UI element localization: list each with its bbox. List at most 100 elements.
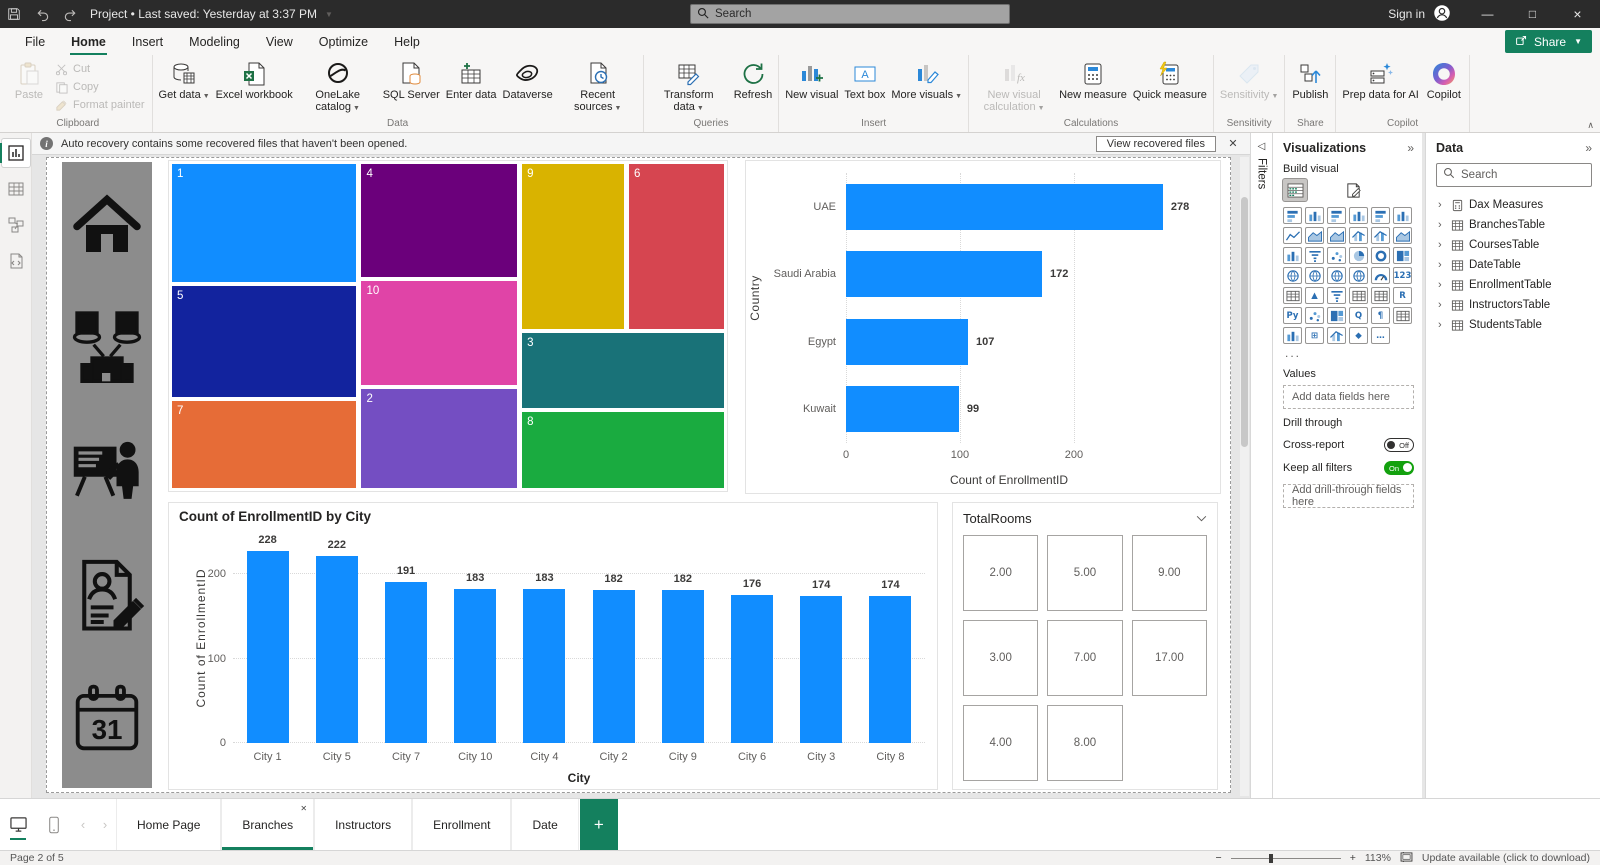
format-visual-tool[interactable] [1341, 179, 1365, 201]
page-tab-instructors[interactable]: Instructors [314, 799, 413, 850]
visual-type-shape-map-icon[interactable] [1327, 267, 1346, 284]
slicer-option-4.00[interactable]: 4.00 [963, 705, 1039, 781]
treemap-tile-6[interactable]: 6 [628, 163, 725, 330]
visual-type-decomposition-tree-icon[interactable] [1327, 307, 1346, 324]
visual-type-waterfall-chart-icon[interactable] [1283, 247, 1302, 264]
report-page[interactable]: 31 1 5 7 4 10 2 9 6 3 8 Country 0 100 200 278 UAE 172 S… [46, 157, 1231, 793]
bar-city-7[interactable] [385, 582, 427, 743]
visual-type-filled-map-icon[interactable] [1305, 267, 1324, 284]
menu-modeling[interactable]: Modeling [176, 31, 253, 53]
treemap-tile-5[interactable]: 5 [171, 284, 358, 399]
visual-type-arcgis-map-icon[interactable]: ◆ [1349, 327, 1368, 344]
visual-type-ribbon-chart-icon[interactable] [1393, 227, 1412, 244]
ribbon-enter-data-button[interactable]: Enter data [443, 57, 500, 102]
visual-type-smart-narrative-icon[interactable]: ¶ [1371, 307, 1390, 324]
data-table-dax-measures[interactable]: › Dax Measures [1436, 195, 1592, 215]
expand-chevron-icon[interactable]: › [1438, 259, 1446, 271]
slicer-option-3.00[interactable]: 3.00 [963, 620, 1039, 696]
slicer-option-17.00[interactable]: 17.00 [1131, 620, 1207, 696]
sign-in-button[interactable]: Sign in [1374, 4, 1465, 25]
visual-type-power-automate-icon[interactable] [1327, 327, 1346, 344]
visual-type-pie-chart-icon[interactable] [1349, 247, 1368, 264]
ribbon-dataverse-button[interactable]: Dataverse [500, 57, 556, 102]
global-search-box[interactable] [690, 4, 1010, 24]
visual-type-python-visual-icon[interactable]: Py [1283, 307, 1302, 324]
page-nav-branches-icon[interactable] [65, 308, 149, 393]
expand-chevron-icon[interactable]: › [1438, 239, 1446, 251]
bar-saudi-arabia[interactable] [846, 251, 1043, 298]
visual-type-area-chart-icon[interactable] [1305, 227, 1324, 244]
city-column-chart-visual[interactable]: Count of EnrollmentID by City Count of E… [168, 502, 938, 790]
ribbon-get-data-button[interactable]: Get data ▼ [156, 57, 213, 104]
bar-city-2[interactable] [592, 589, 635, 743]
maximize-button[interactable]: □ [1510, 0, 1555, 28]
visual-type-get-more-visuals-icon[interactable]: … [1371, 327, 1390, 344]
report-view-button[interactable] [0, 139, 30, 167]
bar-kuwait[interactable] [846, 386, 959, 433]
slicer-option-7.00[interactable]: 7.00 [1047, 620, 1123, 696]
visual-type-kpi-icon[interactable]: ▲ [1305, 287, 1324, 304]
close-tab-icon[interactable]: ✕ [300, 804, 307, 813]
mobile-layout-button[interactable] [36, 799, 72, 850]
undo-icon[interactable] [28, 0, 56, 28]
ribbon-onelake-catalog-button[interactable]: OneLake catalog ▼ [296, 57, 380, 116]
treemap-tile-4[interactable]: 4 [360, 163, 518, 278]
slicer-option-2.00[interactable]: 2.00 [963, 535, 1039, 611]
visual-type-power-apps-icon[interactable]: ⊞ [1305, 327, 1324, 344]
visual-type-line-chart-icon[interactable] [1283, 227, 1302, 244]
visual-type-qa-visual-icon[interactable]: Q [1349, 307, 1368, 324]
slicer-option-8.00[interactable]: 8.00 [1047, 705, 1123, 781]
visual-type-100-stacked-bar-chart-icon[interactable] [1371, 207, 1390, 224]
fit-to-page-icon[interactable] [1400, 851, 1413, 865]
close-button[interactable]: × [1555, 0, 1600, 28]
total-rooms-slicer[interactable]: TotalRooms 2.00 5.00 9.00 3.00 7.00 17.00 4.00… [952, 502, 1218, 790]
page-nav-enrollment-icon[interactable] [68, 557, 146, 640]
treemap-visual[interactable]: 1 5 7 4 10 2 9 6 3 8 [168, 160, 728, 492]
page-tab-enrollment[interactable]: Enrollment [412, 799, 512, 850]
bar-egypt[interactable] [846, 318, 968, 365]
update-message[interactable]: Update available (click to download) [1422, 852, 1590, 864]
data-search-box[interactable] [1436, 163, 1592, 187]
redo-icon[interactable] [56, 0, 84, 28]
data-table-branchestable[interactable]: › BranchesTable [1436, 215, 1592, 235]
ribbon-new-measure-button[interactable]: New measure [1056, 57, 1130, 102]
ribbon-text-box-button[interactable]: A Text box [841, 57, 888, 102]
treemap-tile-3[interactable]: 3 [521, 331, 725, 409]
visual-type-treemap-icon[interactable] [1393, 247, 1412, 264]
canvas-vertical-scrollbar[interactable] [1240, 157, 1249, 796]
visual-type-clustered-bar-chart-icon[interactable] [1327, 207, 1346, 224]
ribbon-recent-sources-button[interactable]: Recent sources ▼ [556, 57, 640, 116]
bar-city-9[interactable] [661, 589, 704, 743]
save-icon[interactable] [0, 0, 28, 28]
treemap-tile-2[interactable]: 2 [360, 388, 518, 489]
bar-city-4[interactable] [523, 588, 566, 743]
expand-chevron-icon[interactable]: › [1438, 199, 1446, 211]
visual-type-r-script-visual-icon[interactable]: R [1393, 287, 1412, 304]
page-tab-branches[interactable]: Branches ✕ [221, 799, 315, 850]
treemap-tile-7[interactable]: 7 [171, 400, 358, 489]
table-view-button[interactable] [2, 175, 30, 203]
treemap-tile-8[interactable]: 8 [521, 410, 725, 489]
collapse-data-icon[interactable]: » [1585, 141, 1592, 155]
menu-optimize[interactable]: Optimize [306, 31, 381, 53]
notification-close-icon[interactable]: ✕ [1224, 137, 1242, 150]
ribbon-transform-data-button[interactable]: Transform data ▼ [647, 57, 731, 116]
ribbon-more-visuals-button[interactable]: More visuals ▼ [888, 57, 965, 104]
data-table-studentstable[interactable]: › StudentsTable [1436, 315, 1592, 335]
page-nav-home-icon[interactable] [67, 189, 147, 266]
zoom-slider[interactable] [1230, 853, 1341, 863]
data-table-datetable[interactable]: › DateTable [1436, 255, 1592, 275]
new-page-button[interactable]: + [579, 799, 618, 850]
data-search-input[interactable] [1461, 169, 1585, 181]
prev-page-icon[interactable]: ‹ [72, 799, 94, 850]
visual-type-paginated-report-icon[interactable] [1393, 307, 1412, 324]
visual-type-line-and-clustered-column-chart-icon[interactable] [1371, 227, 1390, 244]
chevron-down-icon[interactable] [1196, 509, 1207, 527]
expand-chevron-icon[interactable]: › [1438, 219, 1446, 231]
visual-type-stacked-column-chart-icon[interactable] [1305, 207, 1324, 224]
treemap-tile-10[interactable]: 10 [360, 279, 518, 387]
build-visual-tool[interactable] [1283, 179, 1307, 201]
ribbon-copilot-button[interactable]: Copilot [1422, 57, 1466, 102]
visual-type-donut-chart-icon[interactable] [1371, 247, 1390, 264]
dax-query-view-button[interactable] [2, 247, 30, 275]
